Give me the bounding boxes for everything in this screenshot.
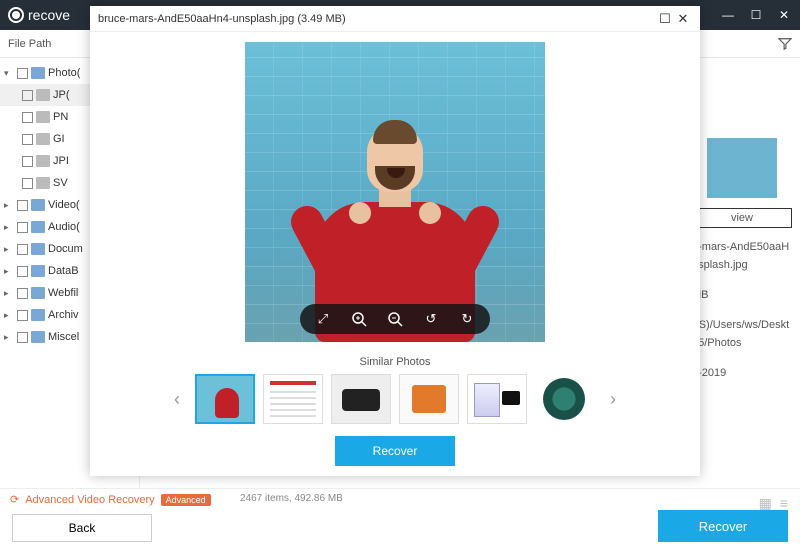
detail-path: FS)/Users/ws/Deskt 85/Photos bbox=[692, 316, 792, 352]
advanced-video-recovery-link[interactable]: ⟳ Advanced Video Recovery Advanced bbox=[10, 493, 211, 506]
similar-thumb[interactable] bbox=[331, 374, 391, 424]
fit-icon[interactable]: ⤢ bbox=[314, 310, 332, 328]
bottom-bar: ⟳ Advanced Video Recovery Advanced 2467 … bbox=[0, 488, 800, 550]
back-button[interactable]: Back bbox=[12, 514, 152, 542]
preview-button[interactable]: view bbox=[692, 208, 792, 228]
detail-date: 3-2019 bbox=[692, 364, 792, 382]
preview-dialog: bruce-mars-AndE50aaHn4-unsplash.jpg (3.4… bbox=[90, 6, 700, 476]
app-logo: recove bbox=[8, 7, 70, 23]
window-controls: — ☐ ✕ bbox=[720, 8, 792, 22]
scan-stats: 2467 items, 492.86 MB bbox=[240, 493, 343, 504]
logo-text: recove bbox=[28, 7, 70, 23]
preview-toolbar: ⤢ ↺ ↻ bbox=[300, 304, 490, 334]
similar-thumb[interactable] bbox=[535, 374, 595, 424]
prev-icon[interactable]: ‹ bbox=[167, 389, 187, 410]
similar-photos-label: Similar Photos bbox=[90, 356, 700, 368]
dialog-close-icon[interactable]: ✕ bbox=[674, 11, 692, 27]
dialog-recover-button[interactable]: Recover bbox=[335, 436, 455, 466]
path-label: File Path bbox=[8, 38, 78, 50]
next-icon[interactable]: › bbox=[603, 389, 623, 410]
detail-thumbnail bbox=[707, 138, 777, 198]
filter-icon[interactable] bbox=[778, 37, 792, 51]
preview-header: bruce-mars-AndE50aaHn4-unsplash.jpg (3.4… bbox=[90, 6, 700, 32]
zoom-in-icon[interactable] bbox=[350, 310, 368, 328]
detail-filename: e-mars-AndE50aaH nsplash.jpg bbox=[692, 238, 792, 274]
minimize-icon[interactable]: — bbox=[720, 8, 736, 22]
maximize-icon[interactable]: ☐ bbox=[748, 8, 764, 22]
similar-thumb[interactable] bbox=[263, 374, 323, 424]
rotate-left-icon[interactable]: ↺ bbox=[422, 310, 440, 328]
recover-button[interactable]: Recover bbox=[658, 510, 788, 542]
refresh-icon: ⟳ bbox=[10, 493, 19, 506]
close-icon[interactable]: ✕ bbox=[776, 8, 792, 22]
dialog-maximize-icon[interactable]: ☐ bbox=[656, 11, 674, 27]
preview-body: ⤢ ↺ ↻ bbox=[90, 32, 700, 352]
similar-thumb[interactable] bbox=[195, 374, 255, 424]
rotate-right-icon[interactable]: ↻ bbox=[458, 310, 476, 328]
similar-thumb[interactable] bbox=[467, 374, 527, 424]
advanced-badge: Advanced bbox=[161, 494, 211, 506]
similar-photos-row: ‹ › bbox=[90, 374, 700, 424]
zoom-out-icon[interactable] bbox=[386, 310, 404, 328]
details-panel: view e-mars-AndE50aaH nsplash.jpg MB FS)… bbox=[692, 138, 792, 382]
preview-title: bruce-mars-AndE50aaHn4-unsplash.jpg (3.4… bbox=[98, 13, 656, 25]
detail-size: MB bbox=[692, 286, 792, 304]
logo-icon bbox=[8, 7, 24, 23]
similar-thumb[interactable] bbox=[399, 374, 459, 424]
preview-image: ⤢ ↺ ↻ bbox=[245, 42, 545, 342]
